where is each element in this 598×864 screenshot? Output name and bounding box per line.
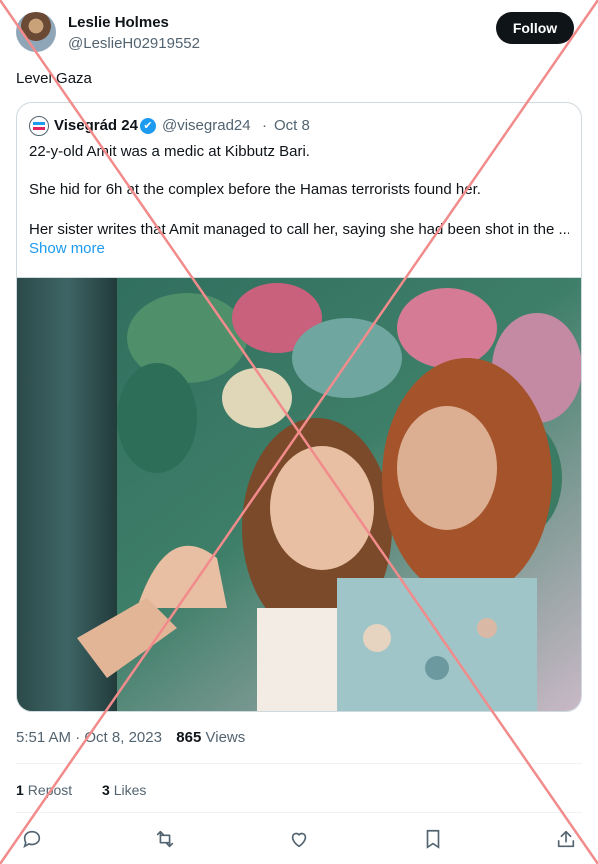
show-more-link[interactable]: Show more [29,240,105,257]
follow-button[interactable]: Follow [496,12,574,44]
share-icon[interactable] [555,828,579,852]
author-name[interactable]: Leslie Holmes [68,14,169,31]
author-handle[interactable]: @LeslieH02919552 [68,35,200,52]
likes-label[interactable]: Likes [114,782,147,798]
tweet-time: 5:51 AM [16,729,72,746]
reply-icon[interactable] [21,828,45,852]
quote-author-handle: @visegrad24 [162,117,251,134]
likes-count[interactable]: 3 [102,782,110,798]
views-label: Views [205,729,246,746]
verified-icon: ✔ [140,118,156,134]
bookmark-icon[interactable] [422,828,446,852]
meta-separator: · [75,729,81,746]
heart-icon[interactable] [288,828,312,852]
divider [16,763,582,764]
reposts-label[interactable]: Repost [28,782,72,798]
quote-avatar[interactable] [29,116,49,136]
quote-author-name[interactable]: Visegrád 24 [54,117,138,134]
avatar[interactable] [16,12,56,52]
quote-text-line-2: She hid for 6h at the complex before the… [29,181,481,198]
divider [16,812,582,813]
reposts-count[interactable]: 1 [16,782,24,798]
photo-image [17,278,581,711]
quote-separator: · [262,117,267,134]
quote-text-line-3: Her sister writes that Amit managed to c… [29,221,569,238]
quoted-tweet[interactable]: Visegrád 24 ✔ @visegrad24 · Oct 8 22-y-o… [16,102,582,712]
tweet-stats: 1 Repost 3 Likes [16,782,146,798]
repost-icon[interactable] [154,828,178,852]
tweet-photo[interactable] [17,277,581,711]
views-count: 865 [176,729,202,746]
tweet-timestamp[interactable]: 5:51 AM · Oct 8, 2023 865 Views [16,729,245,746]
tweet-date: Oct 8, 2023 [84,729,162,746]
quote-text-line-1: 22-y-old Amit was a medic at Kibbutz Bar… [29,143,310,160]
tweet-text: Level Gaza [16,70,92,87]
quote-date[interactable]: Oct 8 [274,117,310,134]
